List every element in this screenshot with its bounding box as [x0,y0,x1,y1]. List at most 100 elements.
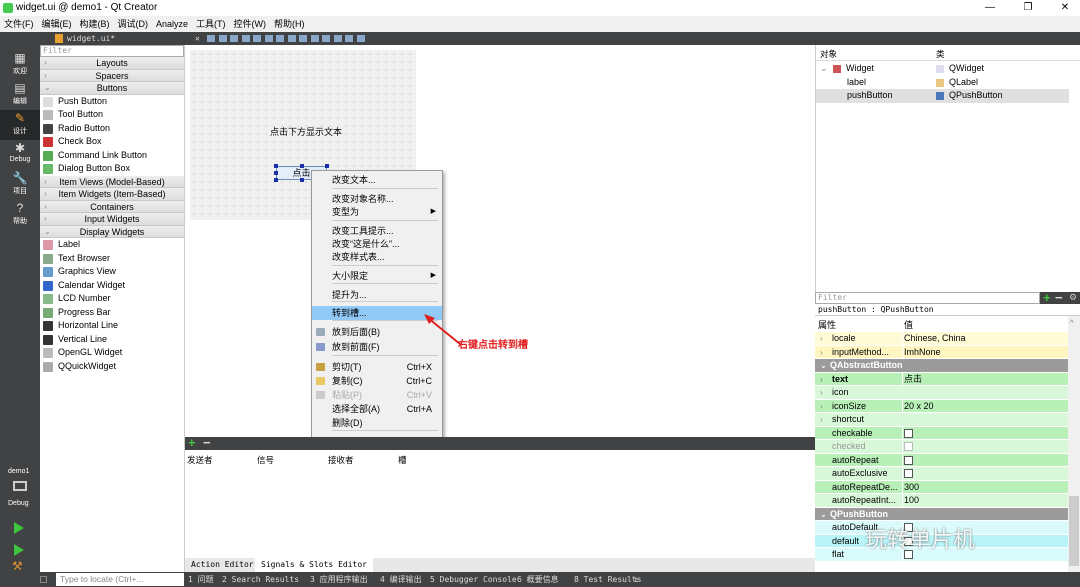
widget-item[interactable]: Horizontal Line [40,319,184,333]
add-property-button[interactable]: + [1043,291,1051,304]
menu-item[interactable]: Analyze [152,16,192,32]
widget-item[interactable]: Progress Bar [40,306,184,320]
selection-handle[interactable] [274,171,278,175]
widget-category[interactable]: ⌄ Display Widgets [40,225,184,238]
layout-tool-icon[interactable] [310,35,319,42]
widget-item[interactable]: QQuickWidget [40,360,184,374]
widget-category[interactable]: › Layouts [40,57,184,70]
tab-action-editor[interactable]: Action Editor [185,558,260,572]
property-value[interactable] [902,440,913,454]
layout-tool-icon[interactable] [230,35,238,42]
monitor-icon[interactable] [13,481,27,491]
column-header[interactable]: 信号 [257,454,274,466]
output-pane-button[interactable]: 2 Search Results [222,572,299,587]
property-row[interactable]: › locale Chinese, China [815,332,1068,346]
property-value[interactable]: 点击 [902,372,922,386]
checkbox[interactable] [904,455,913,465]
selection-handle[interactable] [325,164,329,168]
build-hammer-icon[interactable]: ⚒ [12,559,23,573]
widget-item[interactable]: Push Button [40,95,184,109]
layout-tool-icon[interactable] [299,35,307,42]
form-label[interactable]: 点击下方显示文本 [270,125,342,138]
remove-property-button[interactable]: − [1055,291,1063,304]
property-scrollbar[interactable]: ^ [1068,316,1080,572]
property-row[interactable]: › icon [815,386,1068,400]
widget-item[interactable]: Command Link Button [40,149,184,163]
property-value[interactable]: 20 x 20 [902,399,934,413]
menu-item[interactable]: 文件(F) [0,16,38,32]
chevron-down-icon[interactable]: ⌄ [820,62,828,76]
mode-grid[interactable]: ▦ 欢迎 [0,50,40,80]
menu-item[interactable]: 编辑(E) [38,16,76,32]
chevron-right-icon[interactable]: › [820,413,823,427]
column-header[interactable]: 接收者 [328,454,354,466]
chevron-right-icon[interactable]: › [820,346,823,360]
layout-tool-icon[interactable] [253,35,261,42]
menu-item[interactable]: 帮助(H) [270,16,309,32]
menu-item[interactable]: 调试(D) [114,16,153,32]
widget-item[interactable]: Check Box [40,135,184,149]
widget-item[interactable]: LCD Number [40,292,184,306]
context-menu-item[interactable]: 选择全部(A) Ctrl+A [312,402,442,416]
chevron-right-icon[interactable]: › [820,386,823,400]
layout-tool-icon[interactable] [287,35,296,42]
mode-help[interactable]: ? 帮助 [0,200,40,230]
chevron-right-icon[interactable]: › [820,373,823,387]
output-pane-button[interactable]: 1 问题 [188,572,214,587]
property-row[interactable]: checked [815,440,1068,454]
property-row[interactable]: autoRepeatInt... 100 [815,494,1068,508]
layout-tool-icon[interactable] [322,35,330,42]
property-row[interactable]: autoRepeat [815,453,1068,467]
context-menu-item[interactable]: 删除(D) [312,416,442,430]
context-menu-item[interactable]: 改变文本... [312,173,442,187]
menu-item[interactable]: 控件(W) [230,16,271,32]
property-group[interactable]: ⌄ QPushButton [815,507,1068,521]
widget-category[interactable]: › Spacers [40,69,184,82]
run-icon[interactable] [14,522,24,534]
mode-bug[interactable]: ✱ Debug [0,140,40,170]
property-row[interactable]: › shortcut [815,413,1068,427]
tab-signals-slots-editor[interactable]: Signals & Slots Editor [255,558,373,572]
property-value[interactable] [902,453,913,467]
property-value[interactable] [902,426,913,440]
layout-tool-icon[interactable] [345,35,353,42]
widget-item[interactable]: OpenGL Widget [40,346,184,360]
output-pane-button[interactable]: 8 Test Results [574,572,641,587]
menu-item[interactable]: 工具(T) [192,16,230,32]
property-row[interactable]: › text 点击 [815,372,1068,387]
context-menu-item[interactable]: 改变对象名称... [312,192,442,206]
widget-item[interactable]: Vertical Line [40,333,184,347]
mode-wrench[interactable]: 🔧 项目 [0,170,40,200]
column-header[interactable]: 发送者 [187,454,213,466]
property-row[interactable]: autoRepeatDe... 300 [815,480,1068,494]
layout-tool-icon[interactable] [276,35,284,42]
checkbox[interactable] [904,428,913,438]
context-menu-item[interactable]: 改变工具提示... [312,224,442,238]
widget-item[interactable]: Dialog Button Box [40,162,184,176]
widget-category[interactable]: › Item Views (Model-Based) [40,175,184,188]
checkbox[interactable] [904,442,913,452]
menu-item[interactable]: 构建(B) [76,16,114,32]
property-value[interactable]: ImhNone [902,345,941,359]
toggle-sidebar-icon[interactable] [40,576,47,583]
property-group[interactable]: ⌄ QAbstractButton [815,359,1068,373]
layout-tool-icon[interactable] [207,35,215,42]
context-menu-item[interactable]: 改变“这是什么”... [312,237,442,251]
chevron-right-icon[interactable]: › [820,400,823,414]
context-menu-item[interactable]: 改变样式表... [312,250,442,264]
context-menu-item[interactable]: 变型为 ▶ [312,205,442,219]
output-pane-button[interactable]: 4 编译输出 [380,572,422,587]
add-connection-button[interactable]: + [188,436,196,449]
mode-edit[interactable]: ▤ 编辑 [0,80,40,110]
selection-handle[interactable] [300,164,304,168]
output-pane-button[interactable]: 5 Debugger Console [430,572,517,587]
property-value[interactable]: 300 [902,480,919,494]
property-row[interactable]: autoExclusive [815,467,1068,481]
locate-input[interactable]: Type to locate (Ctrl+... [56,573,184,586]
maximize-button[interactable]: ❐ [1013,0,1043,16]
property-value[interactable] [902,467,913,481]
widget-category[interactable]: › Item Widgets (Item-Based) [40,188,184,201]
widget-item[interactable]: Radio Button [40,122,184,136]
mode-pencil[interactable]: ✎ 设计 [0,110,40,140]
property-value[interactable]: 100 [902,494,919,508]
